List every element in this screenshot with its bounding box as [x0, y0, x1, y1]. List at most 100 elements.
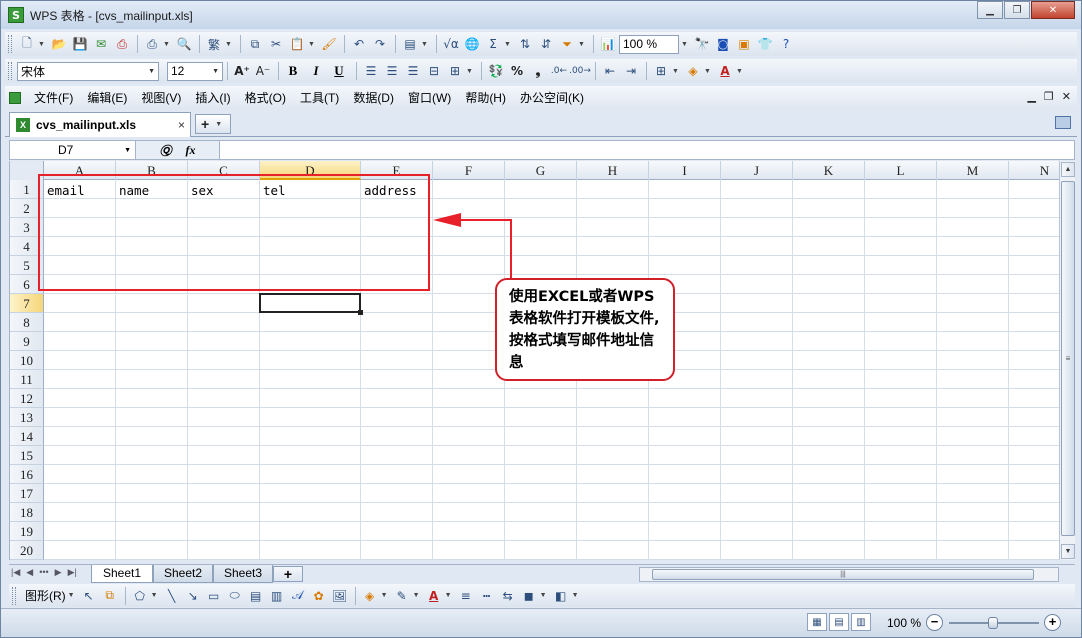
row-header-14[interactable]: 14 [10, 427, 44, 446]
wordart-icon[interactable]: 𝒜 [288, 586, 308, 606]
ellipse-icon[interactable]: ⬭ [225, 586, 245, 606]
scroll-up-icon[interactable]: ▲ [1061, 162, 1075, 177]
last-sheet-icon[interactable]: ▶| [68, 567, 77, 578]
minimize-icon[interactable]: ▁ [977, 1, 1003, 19]
column-header-f[interactable]: F [433, 161, 505, 180]
restore-icon[interactable]: ❐ [1004, 1, 1030, 19]
borders-icon[interactable]: ⊞ [651, 61, 671, 81]
select-objects-icon[interactable]: ⧉ [100, 586, 120, 606]
fill-color-icon[interactable]: ◈ [683, 61, 703, 81]
textbox-icon[interactable]: ▤ [246, 586, 266, 606]
traditional-chinese-icon[interactable]: 繁 [204, 34, 224, 54]
row-header-15[interactable]: 15 [10, 446, 44, 465]
first-sheet-icon[interactable]: |◀ [11, 567, 20, 578]
menu-office-space[interactable]: 办公空间(K) [513, 89, 591, 106]
tab-list-icon[interactable] [1055, 116, 1071, 129]
add-sheet-button[interactable]: + [273, 566, 303, 582]
increase-indent-icon[interactable]: ⇥ [621, 61, 641, 81]
line-icon[interactable]: ╲ [162, 586, 182, 606]
fill-handle[interactable] [358, 310, 363, 315]
borders-dropdown-icon[interactable]: ▼ [672, 68, 680, 75]
line-color-icon[interactable]: ✎ [392, 586, 412, 606]
merge-dropdown-icon[interactable]: ▼ [466, 68, 474, 75]
doc-to-pdf-icon[interactable]: ◙ [713, 34, 733, 54]
font-color-button[interactable]: A [715, 61, 735, 81]
row-header-19[interactable]: 19 [10, 522, 44, 541]
align-right-icon[interactable]: ☰ [403, 61, 423, 81]
row-header-12[interactable]: 12 [10, 389, 44, 408]
cut-icon[interactable]: ✂ [266, 34, 286, 54]
percent-style-button[interactable]: % [507, 61, 527, 81]
row-header-7[interactable]: 7 [10, 294, 44, 313]
scroll-down-icon[interactable]: ▼ [1061, 544, 1075, 559]
find-binoculars-icon[interactable]: 🔭 [692, 34, 712, 54]
arrow-style-icon[interactable]: ⇆ [498, 586, 518, 606]
undo-icon[interactable]: ↶ [349, 34, 369, 54]
insert-row-dropdown-icon[interactable]: ▼ [421, 41, 429, 48]
toolbar-grip[interactable] [8, 35, 12, 53]
draw-menu-button[interactable]: 图形(R) [25, 587, 66, 604]
row-header-9[interactable]: 9 [10, 332, 44, 351]
doc-close-icon[interactable]: ✕ [1062, 90, 1071, 103]
column-header-i[interactable]: I [649, 161, 721, 180]
autosum-icon[interactable]: Σ [483, 34, 503, 54]
chinese-convert-dropdown-icon[interactable]: ▼ [225, 41, 233, 48]
full-screen-view-icon[interactable]: ▥ [851, 613, 871, 631]
row-header-20[interactable]: 20 [10, 541, 44, 560]
zoom-dropdown-icon[interactable]: ▼ [681, 41, 689, 48]
normal-view-icon[interactable]: ▦ [807, 613, 827, 631]
vertical-scroll-thumb[interactable]: ≡ [1061, 181, 1075, 536]
autosum-dropdown-icon[interactable]: ▼ [504, 41, 512, 48]
menu-format[interactable]: 格式(O) [238, 89, 293, 106]
sheet-tab-sheet3[interactable]: Sheet3 [213, 565, 273, 583]
sort-descending-icon[interactable]: ⇵ [536, 34, 556, 54]
menu-edit[interactable]: 编辑(E) [80, 89, 134, 106]
row-header-18[interactable]: 18 [10, 503, 44, 522]
3d-dropdown-icon[interactable]: ▼ [572, 592, 580, 599]
copy-icon[interactable]: ⧉ [245, 34, 265, 54]
menu-view[interactable]: 视图(V) [134, 89, 188, 106]
new-document-icon[interactable]: 🗋 [17, 34, 37, 54]
new-dropdown-icon[interactable]: ▼ [38, 41, 46, 48]
vertical-scrollbar[interactable]: ▲ ≡ ▼ [1059, 161, 1075, 560]
name-box[interactable]: D7 ▼ [10, 141, 136, 159]
italic-button[interactable]: I [306, 61, 326, 81]
arrow-line-icon[interactable]: ↘ [183, 586, 203, 606]
filter-dropdown-icon[interactable]: ▼ [578, 41, 586, 48]
document-tab[interactable]: X cvs_mailinput.xls × [9, 112, 191, 137]
row-header-13[interactable]: 13 [10, 408, 44, 427]
column-header-m[interactable]: M [937, 161, 1009, 180]
open-folder-icon[interactable]: 📂 [49, 34, 69, 54]
currency-format-icon[interactable]: 💱 [486, 61, 506, 81]
row-header-17[interactable]: 17 [10, 484, 44, 503]
close-tab-icon[interactable]: × [178, 118, 185, 132]
horizontal-scroll-thumb[interactable]: ||| [652, 569, 1034, 580]
merge-center-icon[interactable]: ⊞ [445, 61, 465, 81]
insert-function-fx-icon[interactable]: fx [186, 143, 196, 158]
decrease-decimal-icon[interactable]: .00→ [569, 61, 591, 81]
column-header-j[interactable]: J [721, 161, 793, 180]
menu-insert[interactable]: 插入(I) [188, 89, 237, 106]
autoshapes-dropdown-icon[interactable]: ▼ [151, 592, 159, 599]
active-cell-selection[interactable] [259, 293, 361, 313]
decrease-font-size-icon[interactable]: A⁻ [253, 61, 273, 81]
shadow-style-icon[interactable]: ◼ [519, 586, 539, 606]
send-email-icon[interactable]: ✉ [91, 34, 111, 54]
skin-shirt-icon[interactable]: 👕 [755, 34, 775, 54]
insert-row-icon[interactable]: ▤ [400, 34, 420, 54]
formula-input[interactable] [220, 141, 1074, 159]
toolbar-grip[interactable] [12, 586, 16, 605]
paste-icon[interactable]: 📋 [287, 34, 307, 54]
column-header-h[interactable]: H [577, 161, 649, 180]
vertical-textbox-icon[interactable]: ▥ [267, 586, 287, 606]
help-icon[interactable]: ? [776, 34, 796, 54]
print-icon[interactable]: ⎙ [142, 34, 162, 54]
format-painter-icon[interactable]: 🖌 [319, 34, 339, 54]
font-size-select[interactable]: 12 ▼ [167, 61, 223, 81]
page-break-view-icon[interactable]: ▤ [829, 613, 849, 631]
prev-sheet-icon[interactable]: ◀ [26, 567, 33, 578]
font-color-dropdown-icon[interactable]: ▼ [736, 68, 744, 75]
menu-file[interactable]: 文件(F) [27, 89, 80, 106]
redo-icon[interactable]: ↷ [370, 34, 390, 54]
draw-font-color-dropdown-icon[interactable]: ▼ [445, 592, 453, 599]
